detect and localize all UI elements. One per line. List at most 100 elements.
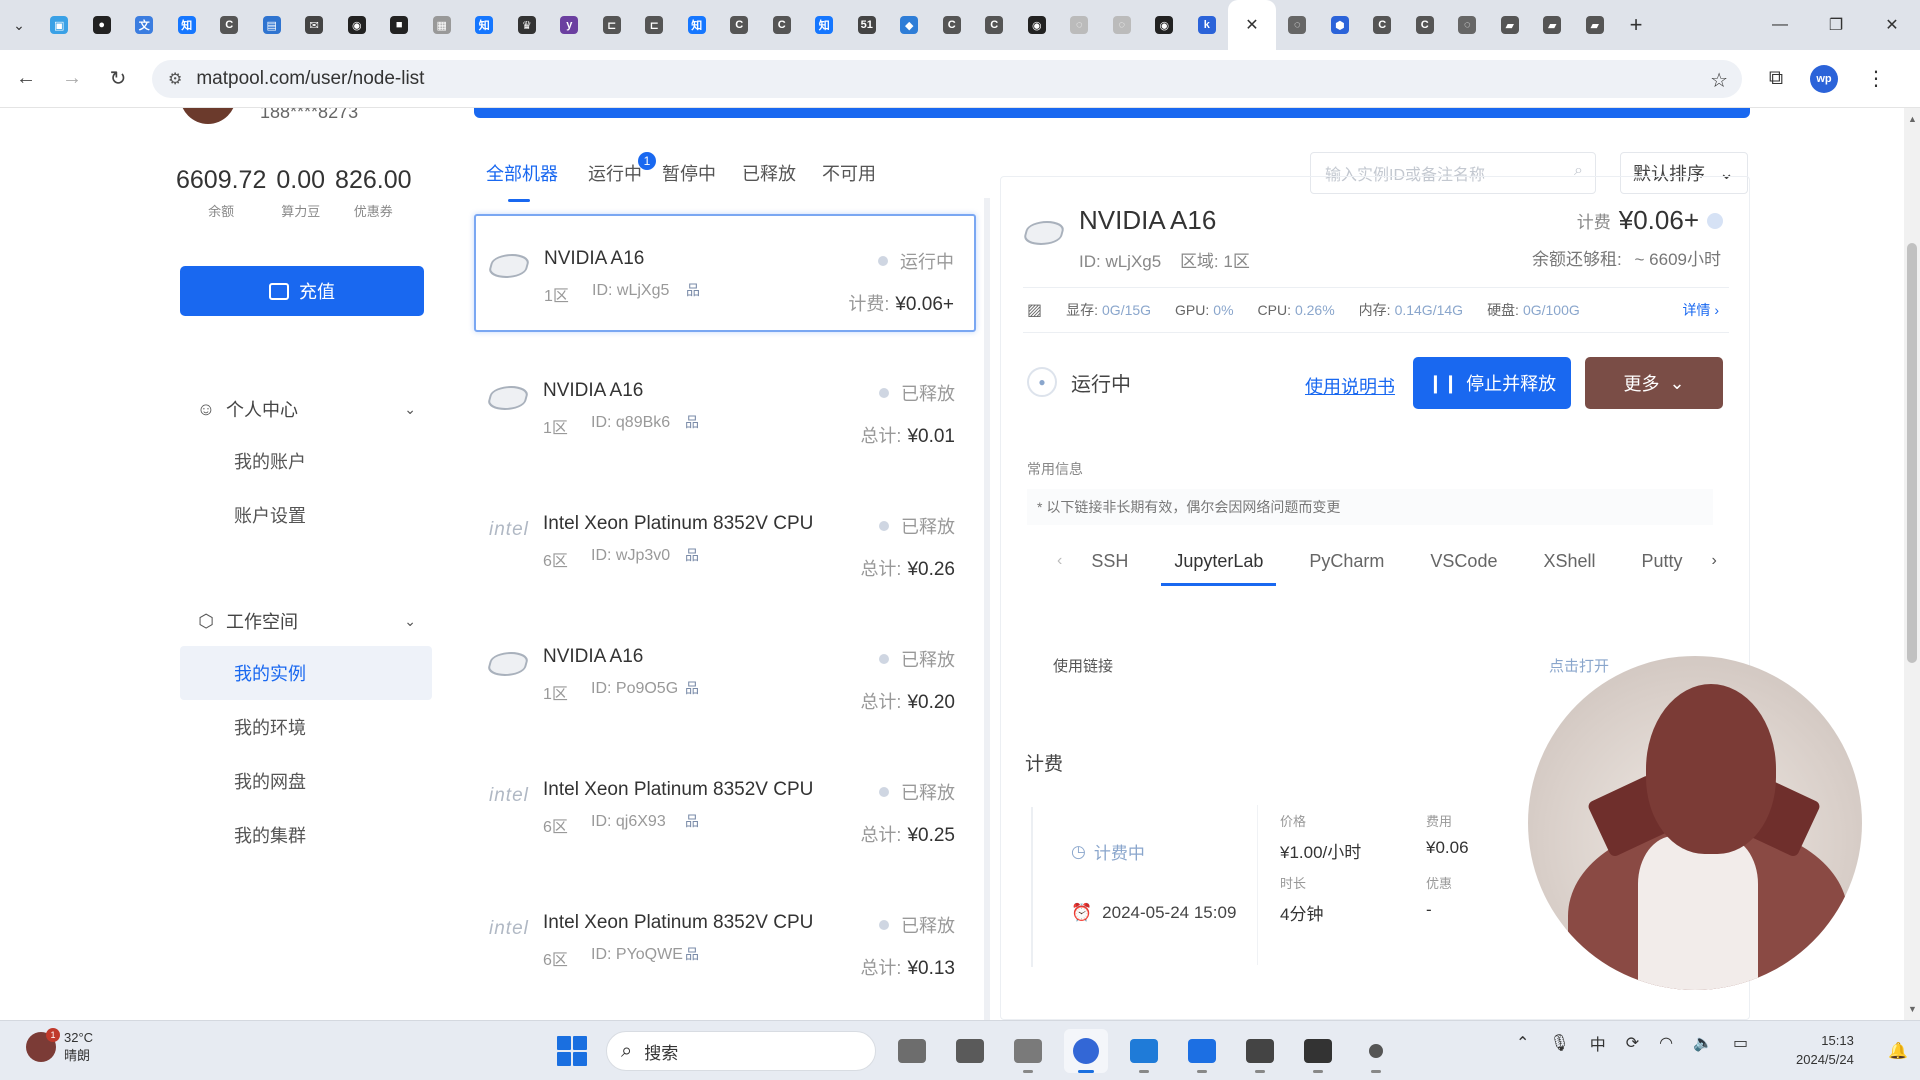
browser-tab[interactable]: ◌ (1276, 0, 1319, 50)
tab-all-machines[interactable]: 全部机器 (486, 160, 558, 202)
conn-tab[interactable]: JupyterLab (1151, 535, 1286, 586)
wps-icon[interactable] (1238, 1029, 1282, 1073)
tab-released[interactable]: 已释放 (742, 160, 796, 196)
browser-tab[interactable]: ◌ (1446, 0, 1489, 50)
browser-tab[interactable]: 知 (676, 0, 719, 50)
tab-paused[interactable]: 暂停中 (662, 160, 716, 196)
browser-tab[interactable]: 文 (123, 0, 166, 50)
manual-link[interactable]: 使用说明书 (1305, 373, 1395, 399)
browser-tab[interactable]: ▦ (421, 0, 464, 50)
sidebar-item-my-environments[interactable]: 我的环境 (176, 700, 436, 754)
instance-card[interactable]: NVIDIA A16 1区 ID: wLjXg5 品 运行中 计费: ¥0.06+ (474, 214, 976, 332)
files-icon[interactable] (890, 1029, 934, 1073)
close-tab-icon[interactable]: ✕ (1243, 16, 1261, 34)
tab-running[interactable]: 运行中 1 (588, 152, 656, 196)
stop-release-button[interactable]: ❙❙ 停止并释放 (1413, 357, 1571, 409)
vscode-icon[interactable] (1122, 1029, 1166, 1073)
back-icon[interactable]: ← (6, 59, 46, 99)
browser-tab[interactable]: C (718, 0, 761, 50)
browser-tab[interactable]: ● (81, 0, 124, 50)
browser-tab[interactable]: ■ (378, 0, 421, 50)
taskbar-search[interactable]: ⌕ 搜索 (606, 1031, 876, 1071)
instance-card[interactable]: intel Intel Xeon Platinum 8352V CPU 6区 ID: … (474, 879, 976, 997)
record-icon[interactable] (1354, 1029, 1398, 1073)
instance-card[interactable]: intel Intel Xeon Platinum 8352V CPU 6区 ID: … (474, 480, 976, 598)
browser-tab[interactable]: C (1404, 0, 1447, 50)
folder-icon[interactable] (948, 1029, 992, 1073)
forward-icon[interactable]: → (52, 59, 92, 99)
new-tab-icon[interactable]: + (1616, 0, 1656, 50)
instance-card[interactable]: NVIDIA A16 1区 ID: Po9O5G 品 已释放 总计: ¥0.20 (474, 613, 976, 731)
conn-tab[interactable]: XShell (1520, 535, 1618, 586)
browser-tab[interactable]: ▰ (1531, 0, 1574, 50)
app-blue-icon[interactable] (1180, 1029, 1224, 1073)
tab-unavailable[interactable]: 不可用 (822, 160, 876, 196)
page-scrollbar[interactable]: ▲ ▼ (1904, 108, 1920, 1020)
site-info-icon[interactable]: ⚙ (168, 69, 182, 89)
battery-icon[interactable]: ▭ (1733, 1033, 1748, 1053)
conn-tab[interactable]: VSCode (1407, 535, 1520, 586)
conn-tab[interactable]: SSH (1068, 535, 1151, 586)
browser-tab[interactable]: ▣ (38, 0, 81, 50)
browser-tab[interactable]: ✉ (293, 0, 336, 50)
browser-tab[interactable]: ▰ (1489, 0, 1532, 50)
sidebar-item-my-clusters[interactable]: 我的集群 (176, 808, 436, 862)
scroll-down-icon[interactable]: ▼ (1908, 1004, 1917, 1014)
extensions-icon[interactable]: ⧉ (1756, 59, 1796, 99)
more-actions-button[interactable]: 更多 ⌄ (1585, 357, 1723, 409)
notification-bell-icon[interactable]: 🔔 (1888, 1041, 1908, 1061)
instance-card[interactable]: NVIDIA A16 1区 ID: q89Bk6 品 已释放 总计: ¥0.01 (474, 347, 976, 465)
chevron-left-icon[interactable]: ‹ (1051, 552, 1068, 570)
user-avatar[interactable] (180, 108, 236, 124)
browser-tab[interactable]: C (973, 0, 1016, 50)
browser-tab[interactable]: ◌ (1101, 0, 1144, 50)
browser-tab[interactable]: ⊏ (633, 0, 676, 50)
browser-tab[interactable]: C (931, 0, 974, 50)
weather-widget[interactable]: 1 32°C 晴朗 (26, 1028, 93, 1065)
browser-tab[interactable]: ◉ (336, 0, 379, 50)
sync-icon[interactable]: ⟳ (1626, 1033, 1639, 1053)
browser-tab[interactable]: ⬢ (1319, 0, 1362, 50)
conn-tab[interactable]: Putty (1619, 535, 1706, 586)
chrome-icon[interactable] (1064, 1029, 1108, 1073)
menu-head-workspace[interactable]: ⬡ 工作空间 ⌄ (176, 596, 436, 646)
browser-tab[interactable]: 知 (803, 0, 846, 50)
reload-icon[interactable]: ↻ (98, 59, 138, 99)
sidebar-item-account-settings[interactable]: 账户设置 (176, 488, 436, 542)
taskbar-clock[interactable]: 15:13 2024/5/24 (1796, 1031, 1854, 1069)
scroll-up-icon[interactable]: ▲ (1908, 114, 1917, 124)
menu-head-personal-center[interactable]: ☺ 个人中心 ⌄ (176, 384, 436, 434)
url-omnibox[interactable]: ⚙ matpool.com/user/node-list ☆ (152, 59, 1742, 98)
browser-tab[interactable]: ⊏ (591, 0, 634, 50)
wifi-icon[interactable]: ◠ (1659, 1033, 1673, 1053)
bookmark-star-icon[interactable]: ☆ (1710, 68, 1728, 93)
browser-tab[interactable]: ▰ (1574, 0, 1617, 50)
tray-chevron-up-icon[interactable]: ⌃ (1516, 1033, 1529, 1053)
browser-tab[interactable]: 知 (166, 0, 209, 50)
metrics-details-link[interactable]: 详情 › (1682, 300, 1729, 320)
recharge-button[interactable]: 充值 (180, 266, 424, 316)
browser-tab[interactable]: k (1186, 0, 1229, 50)
browser-tab-active[interactable]: ✕ (1228, 0, 1276, 50)
tab-search-dropdown-icon[interactable]: ⌄ (0, 0, 38, 50)
close-window-icon[interactable]: ✕ (1864, 0, 1920, 50)
sidebar-item-my-instances[interactable]: 我的实例 (180, 646, 432, 700)
browser-tab[interactable]: ◌ (1058, 0, 1101, 50)
scrollbar-thumb[interactable] (1907, 243, 1917, 663)
browser-tab[interactable]: ♛ (506, 0, 549, 50)
browser-tab[interactable]: ◉ (1016, 0, 1059, 50)
browser-tab[interactable]: C (1361, 0, 1404, 50)
browser-menu-icon[interactable]: ⋮ (1856, 59, 1896, 99)
file-explorer-icon[interactable] (1006, 1029, 1050, 1073)
terminal-icon[interactable] (1296, 1029, 1340, 1073)
volume-icon[interactable]: 🔈 (1693, 1033, 1713, 1053)
start-button[interactable] (552, 1031, 592, 1071)
info-icon[interactable] (1707, 212, 1723, 229)
browser-tab[interactable]: y (548, 0, 591, 50)
microphone-icon[interactable]: 🎙 (1549, 1033, 1569, 1053)
url-text[interactable]: matpool.com/user/node-list (196, 68, 424, 90)
browser-tab[interactable]: C (208, 0, 251, 50)
browser-tab[interactable]: 51 (846, 0, 889, 50)
sidebar-item-my-account[interactable]: 我的账户 (176, 434, 436, 488)
browser-tab[interactable]: 知 (463, 0, 506, 50)
